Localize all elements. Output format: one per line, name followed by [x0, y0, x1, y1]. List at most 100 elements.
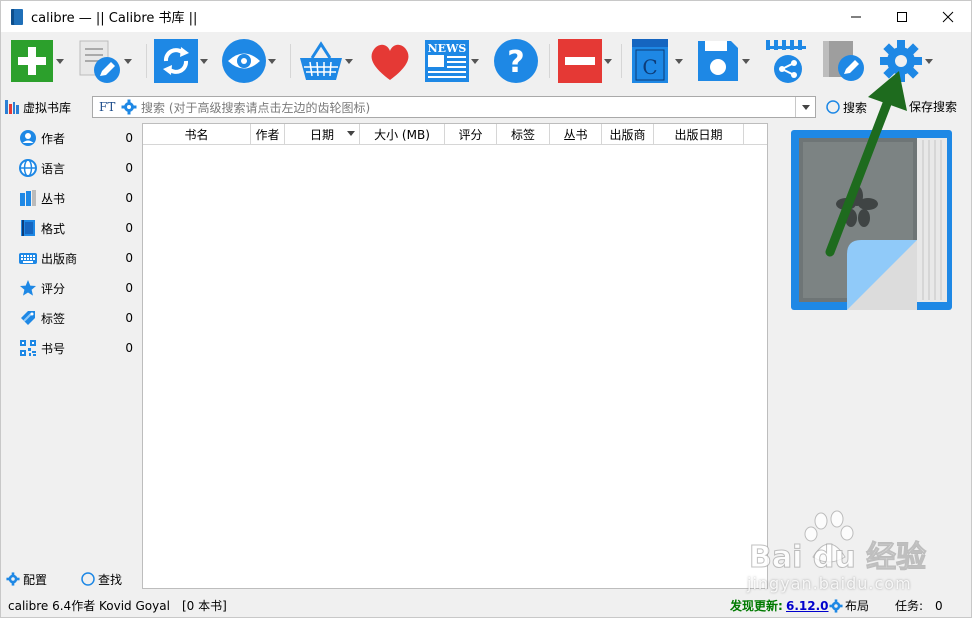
column-header[interactable]: 丛书 [550, 124, 602, 144]
svg-text:Bai du 经验: Bai du 经验 [749, 540, 926, 575]
svg-text:C: C [642, 55, 657, 79]
tag-browser-item-count: 0 [125, 281, 133, 295]
column-header[interactable]: 出版商 [602, 124, 654, 144]
tag-browser-item-label: 语言 [41, 161, 66, 176]
remove-books-dropdown[interactable] [603, 38, 613, 84]
tag-browser-item[interactable]: 作者 0 [5, 123, 139, 153]
get-books-dropdown[interactable] [344, 38, 354, 84]
column-header[interactable]: 作者 [251, 124, 285, 144]
tag-browser-item-count: 0 [125, 311, 133, 325]
tag-browser-item-label: 出版商 [41, 251, 78, 266]
save-search-button[interactable]: 保存搜索 [909, 98, 957, 116]
view-dropdown[interactable] [267, 38, 277, 84]
search-placeholder: 搜索 (对于高级搜索请点击左边的齿轮图标) [141, 100, 371, 115]
edit-metadata-dropdown[interactable] [123, 38, 133, 84]
edit-book-button[interactable] [821, 38, 867, 84]
column-header[interactable]: 出版日期 [654, 124, 744, 144]
maximize-button[interactable] [879, 1, 925, 32]
book-list[interactable]: 书名 作者 日期 大小 (MB) 评分 标签 丛书 出版商 出版日期 [142, 123, 768, 589]
remove-books-button[interactable] [557, 38, 613, 84]
virtual-library-button[interactable]: 虚拟书库 [5, 97, 71, 117]
jobs-count[interactable]: 0 [935, 599, 943, 613]
help-button[interactable]: ? [493, 38, 539, 84]
fetch-news-button[interactable]: NEWS [424, 38, 480, 84]
minimize-icon [851, 16, 861, 17]
tag-browser: 作者 0 语言 0 丛书 0 格式 0 出版商 0 评分 0 标签 0 书号 0 [5, 123, 139, 363]
main-toolbar: NEWS ? C [1, 32, 971, 91]
calibre-library-button[interactable]: C [628, 38, 684, 84]
series-icon [18, 188, 38, 208]
tag-browser-item[interactable]: 格式 0 [5, 213, 139, 243]
view-button[interactable] [221, 38, 277, 84]
advanced-search-gear-icon[interactable] [121, 99, 137, 115]
news-icon: NEWS [424, 38, 470, 84]
search-button[interactable]: 搜索 [826, 98, 867, 116]
search-history-dropdown[interactable] [795, 97, 815, 117]
save-to-disk-dropdown[interactable] [741, 38, 751, 84]
plus-icon [9, 38, 55, 84]
add-books-dropdown[interactable] [55, 38, 65, 84]
calibre-app-icon [11, 8, 23, 25]
column-header[interactable]: 日期 [285, 124, 360, 144]
add-books-button[interactable] [9, 38, 65, 84]
preferences-dropdown[interactable] [924, 38, 934, 84]
author-icon [18, 128, 38, 148]
eye-icon [221, 38, 267, 84]
minimize-button[interactable] [833, 1, 879, 32]
connect-share-button[interactable] [764, 38, 810, 84]
status-book-count: [0 本书] [182, 599, 227, 613]
tag-browser-item[interactable]: 出版商 0 [5, 243, 139, 273]
jobs-label[interactable]: 任务: [895, 597, 923, 614]
layout-button[interactable]: 布局 [829, 597, 869, 614]
svg-text:?: ? [507, 45, 524, 80]
edit-metadata-button[interactable] [77, 38, 133, 84]
tag-browser-item[interactable]: 丛书 0 [5, 183, 139, 213]
watermark-url: jingyan.baidu.com [747, 574, 912, 593]
status-bar: calibre 6.4作者 Kovid Goyal [0 本书] 发现更新: 6… [1, 594, 971, 617]
search-input[interactable]: FT 搜索 (对于高级搜索请点击左边的齿轮图标) [92, 96, 816, 118]
convert-books-dropdown[interactable] [199, 38, 209, 84]
configure-tag-browser-button[interactable]: 配置 [6, 570, 47, 588]
tag-browser-item[interactable]: 评分 0 [5, 273, 139, 303]
tag-browser-item[interactable]: 书号 0 [5, 333, 139, 363]
tag-browser-item-label: 评分 [41, 281, 66, 296]
fetch-news-dropdown[interactable] [470, 38, 480, 84]
column-header[interactable]: 书名 [143, 124, 251, 144]
tag-browser-item-label: 丛书 [41, 191, 66, 206]
book-list-header: 书名 作者 日期 大小 (MB) 评分 标签 丛书 出版商 出版日期 [143, 124, 767, 145]
help-icon: ? [493, 38, 539, 84]
heart-icon [367, 38, 413, 84]
tag-icon [18, 308, 38, 328]
configure-label: 配置 [23, 572, 48, 587]
book-cover-placeholder[interactable] [791, 130, 952, 310]
get-books-button[interactable] [298, 38, 354, 84]
find-in-tag-browser-button[interactable]: 查找 [81, 570, 122, 588]
column-header[interactable]: 大小 (MB) [360, 124, 445, 144]
tag-browser-item-label: 书号 [41, 341, 66, 356]
tag-browser-item-count: 0 [125, 161, 133, 175]
edit-book-icon [821, 38, 867, 84]
tag-browser-item-count: 0 [125, 191, 133, 205]
convert-icon [153, 38, 199, 84]
column-header[interactable]: 评分 [445, 124, 497, 144]
save-to-disk-button[interactable] [695, 38, 751, 84]
gear-icon [878, 38, 924, 84]
donate-button[interactable] [367, 38, 413, 84]
publisher-icon [18, 248, 38, 268]
basket-icon [298, 38, 344, 84]
status-update-link[interactable]: 6.12.0 [786, 599, 829, 613]
status-version-text: calibre 6.4作者 Kovid Goyal [8, 599, 170, 613]
gear-icon [829, 598, 843, 613]
column-header[interactable]: 标签 [497, 124, 550, 144]
calibre-library-dropdown[interactable] [674, 38, 684, 84]
virtual-library-icon [5, 100, 19, 114]
sort-descending-icon [347, 131, 355, 136]
preferences-button[interactable] [878, 38, 934, 84]
convert-books-button[interactable] [153, 38, 209, 84]
close-button[interactable] [925, 1, 971, 32]
toolbar-separator [290, 44, 291, 78]
search-icon [81, 572, 95, 586]
tag-browser-item[interactable]: 标签 0 [5, 303, 139, 333]
tag-browser-item[interactable]: 语言 0 [5, 153, 139, 183]
full-text-search-icon[interactable]: FT [99, 100, 121, 114]
